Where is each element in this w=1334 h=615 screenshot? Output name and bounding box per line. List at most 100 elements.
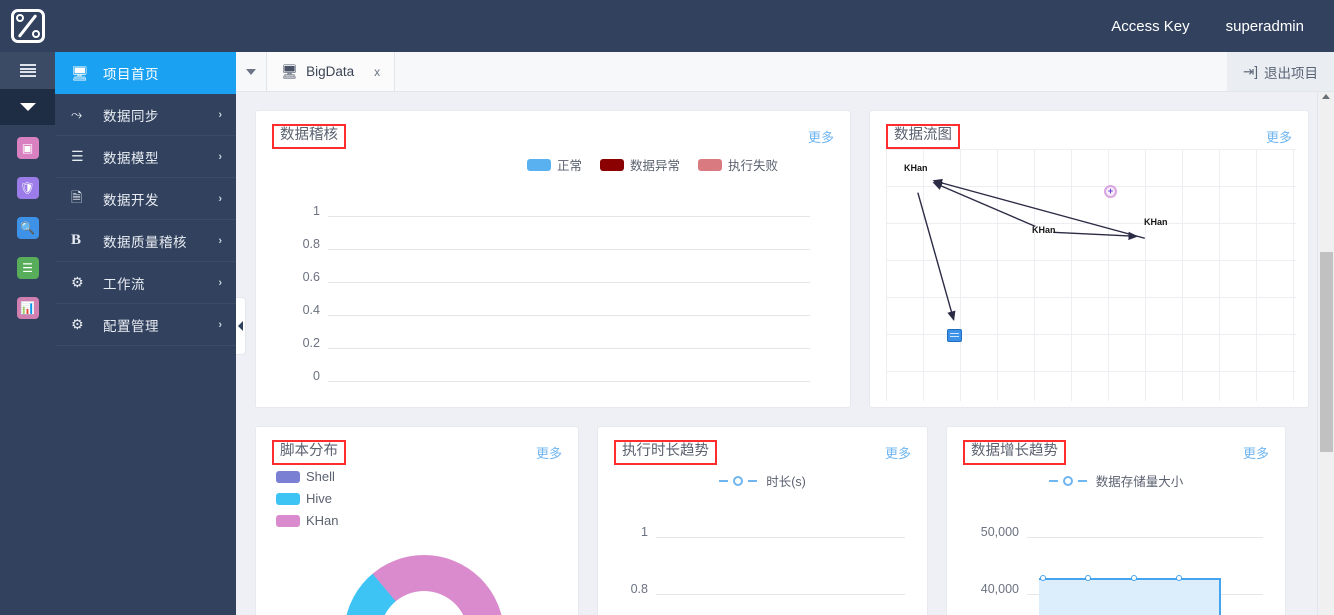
tab-dropdown-button[interactable] — [236, 52, 267, 91]
y-tick-label: 0.4 — [302, 303, 320, 317]
chart-plot-area: 1 0.8 — [598, 427, 927, 615]
sidebar-item-label: 配置管理 — [103, 318, 159, 334]
y-tick-label: 1 — [641, 525, 648, 539]
donut-hole — [380, 591, 468, 615]
chevron-right-icon: › — [218, 234, 222, 247]
sidebar-item-data-model[interactable]: ☰ 数据模型 › — [55, 136, 236, 178]
rail-icon-list: ▣ 🛡 🔍 ☰ 📊 — [0, 125, 55, 319]
sidebar-item-project-home[interactable]: 🖥 项目首页 — [55, 52, 236, 94]
share-arrow-icon: ⤳ — [71, 106, 83, 122]
sidebar-item-label: 数据同步 — [103, 108, 159, 124]
sidebar-item-config-management[interactable]: ⚙ 配置管理 › — [55, 304, 236, 346]
schedule-icon[interactable]: ▣ — [16, 137, 39, 159]
legend-item[interactable]: Shell — [276, 469, 339, 484]
close-icon[interactable]: x — [374, 65, 380, 79]
sidebar-item-workflow[interactable]: ⚙ 工作流 › — [55, 262, 236, 304]
app-root: Access Key superadmin ▣ 🛡 🔍 ☰ 📊 🖥 项目首页 ⤳… — [0, 0, 1334, 615]
percent-logo-icon — [10, 9, 45, 43]
area-series-line — [1039, 578, 1221, 580]
legend-swatch — [276, 514, 300, 527]
shield-icon[interactable]: 🛡 — [16, 177, 39, 199]
legend-item[interactable]: KHan — [276, 513, 339, 528]
exit-project-label: 退出项目 — [1264, 65, 1318, 81]
card-data-audit: 数据稽核 更多 正常 数据异常 执行失败 1 0.8 0.6 0.4 0.2 0 — [255, 110, 851, 408]
flow-diagram-canvas[interactable]: KHan KHan KHan + — [886, 149, 1296, 401]
data-point[interactable] — [1131, 575, 1137, 581]
chart-plot-area: 50,000 40,000 — [947, 427, 1285, 615]
tab-bigdata[interactable]: 🖥 BigData x — [267, 52, 396, 91]
app-logo[interactable] — [0, 0, 55, 52]
donut-chart[interactable] — [344, 555, 504, 615]
database-stack-icon: ☰ — [71, 148, 84, 164]
sidebar-item-label: 项目首页 — [103, 67, 159, 82]
sidebar-item-label: 数据质量稽核 — [103, 234, 187, 250]
gridline — [328, 348, 810, 349]
chevron-right-icon: › — [218, 108, 222, 121]
sidebar-item-label: 工作流 — [103, 276, 145, 292]
area-series-fill — [1039, 579, 1219, 615]
gridline — [328, 216, 810, 217]
folder-search-icon[interactable]: 🔍 — [16, 217, 39, 239]
y-tick-label: 0.8 — [302, 237, 320, 251]
legend-label: Shell — [306, 469, 335, 484]
top-header: Access Key superadmin — [0, 0, 1334, 52]
legend-item[interactable]: Hive — [276, 491, 339, 506]
gridline — [328, 249, 810, 250]
scrollbar-thumb[interactable] — [1320, 252, 1333, 452]
sidebar-collapse-handle[interactable] — [236, 297, 246, 355]
sidebar-item-data-sync[interactable]: ⤳ 数据同步 › — [55, 94, 236, 136]
content-scrollbar[interactable] — [1317, 92, 1334, 615]
y-tick-label: 0.2 — [302, 336, 320, 350]
flow-node-label[interactable]: KHan — [904, 163, 928, 173]
gridline — [656, 537, 905, 538]
logout-icon: ⇥] — [1242, 63, 1258, 79]
area-series-dropoff — [1219, 578, 1221, 615]
chevron-right-icon: › — [218, 192, 222, 205]
more-link[interactable]: 更多 — [1266, 127, 1292, 146]
bar-chart-icon[interactable]: 📊 — [16, 297, 39, 319]
chevron-right-icon: › — [218, 150, 222, 163]
caret-down-icon[interactable] — [0, 89, 55, 125]
access-key-link[interactable]: Access Key — [1111, 18, 1189, 35]
flow-node-label[interactable]: KHan — [1144, 217, 1168, 227]
chevron-right-icon: › — [218, 318, 222, 331]
add-node-icon[interactable]: + — [1104, 185, 1117, 198]
dashboard-grid-row1: 数据稽核 更多 正常 数据异常 执行失败 1 0.8 0.6 0.4 0.2 0… — [236, 92, 1334, 426]
database-node-icon[interactable] — [947, 329, 962, 342]
y-tick-label: 50,000 — [980, 525, 1019, 539]
y-tick-label: 0.6 — [302, 270, 320, 284]
tab-bar: 🖥 BigData x ⇥] 退出项目 — [236, 52, 1334, 92]
tabbar-spacer — [395, 52, 1227, 91]
flow-node-label[interactable]: KHan — [1032, 225, 1056, 235]
data-point[interactable] — [1176, 575, 1182, 581]
legend-label: KHan — [306, 513, 339, 528]
sidebar-item-data-quality-audit[interactable]: B 数据质量稽核 › — [55, 220, 236, 262]
hamburger-icon[interactable] — [0, 52, 55, 89]
more-link[interactable]: 更多 — [536, 443, 562, 462]
workflow-gears-icon: ⚙ — [71, 274, 84, 290]
sidebar-menu: 🖥 项目首页 ⤳ 数据同步 › ☰ 数据模型 › 🗎 数据开发 › B 数据质量… — [55, 52, 236, 615]
card-title: 数据流图 — [886, 124, 960, 149]
icon-rail: ▣ 🛡 🔍 ☰ 📊 — [0, 52, 55, 615]
caret-up-icon[interactable] — [1322, 94, 1330, 99]
sidebar-item-label: 数据模型 — [103, 150, 159, 166]
user-menu[interactable]: superadmin — [1226, 18, 1304, 35]
gear-icon: ⚙ — [71, 316, 84, 332]
chart-legend: Shell Hive KHan — [276, 469, 339, 528]
code-file-icon: 🗎 — [71, 188, 83, 205]
database-icon[interactable]: ☰ — [16, 257, 39, 279]
sidebar-item-data-development[interactable]: 🗎 数据开发 › — [55, 178, 236, 220]
gridline — [328, 282, 810, 283]
flow-edges — [917, 178, 1145, 321]
tab-label: BigData — [306, 64, 355, 79]
letter-b-icon: B — [71, 232, 82, 248]
y-tick-label: 1 — [313, 204, 320, 218]
gridline — [656, 594, 905, 595]
exit-project-button[interactable]: ⇥] 退出项目 — [1226, 52, 1334, 91]
dashboard-grid-row2: 脚本分布 更多 Shell Hive KHan 执行时长趋势 更多 时长(s) … — [255, 426, 1286, 615]
y-tick-label: 0 — [313, 369, 320, 383]
chevron-right-icon: › — [218, 276, 222, 289]
data-point[interactable] — [1085, 575, 1091, 581]
data-point[interactable] — [1040, 575, 1046, 581]
card-title: 脚本分布 — [272, 440, 346, 465]
